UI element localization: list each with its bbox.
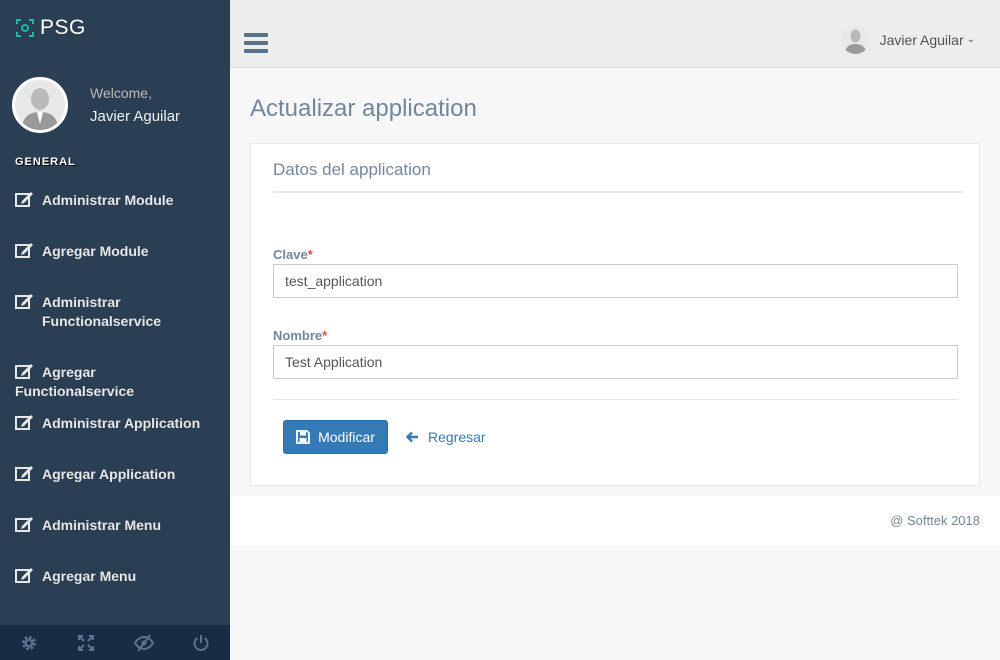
save-icon xyxy=(296,430,310,444)
footer-copyright: @ Softtek 2018 xyxy=(890,513,980,528)
fullscreen-button[interactable] xyxy=(58,625,116,660)
sidebar-item-label: Administrar Menu xyxy=(42,517,162,533)
edit-icon xyxy=(15,466,33,481)
regresar-link[interactable]: Regresar xyxy=(406,429,486,445)
sidebar-item-label: Agregar Application xyxy=(42,466,176,482)
panel-title: Datos del application xyxy=(273,160,431,179)
sidebar-item-administrar-menu[interactable]: Administrar Menu xyxy=(0,510,230,561)
sidebar-nav: Administrar Module Agregar Module Admini… xyxy=(0,185,230,612)
menu-toggle-button[interactable] xyxy=(244,33,268,53)
user-menu[interactable]: Javier Aguilar ⌄ xyxy=(840,25,975,54)
sidebar-item-agregar-module[interactable]: Agregar Module xyxy=(0,236,230,287)
arrow-left-icon xyxy=(406,431,418,443)
edit-icon xyxy=(15,517,33,532)
sidebar-item-label: Agregar Menu xyxy=(42,568,137,584)
footer: @ Softtek 2018 xyxy=(230,496,1000,545)
sidebar-item-label: Administrar Application xyxy=(42,415,201,431)
avatar xyxy=(12,77,68,133)
edit-icon xyxy=(15,294,33,309)
edit-icon xyxy=(15,192,33,207)
modificar-label: Modificar xyxy=(318,429,375,445)
modificar-button[interactable]: Modificar xyxy=(283,420,388,454)
clave-input[interactable] xyxy=(273,264,958,298)
nombre-input[interactable] xyxy=(273,345,958,379)
gear-icon xyxy=(21,635,36,650)
sidebar: PSG Welcome, Javier Aguilar GENERAL Admi… xyxy=(0,0,230,660)
sidebar-footer xyxy=(0,625,230,660)
edit-icon xyxy=(15,415,33,430)
clave-label-text: Clave xyxy=(273,247,308,262)
edit-icon xyxy=(15,243,33,258)
sidebar-item-agregar-application[interactable]: Agregar Application xyxy=(0,459,230,510)
profile-name: Javier Aguilar xyxy=(90,108,181,125)
lock-view-button[interactable] xyxy=(115,625,173,660)
divider xyxy=(273,399,958,400)
user-name: Javier Aguilar xyxy=(879,31,964,48)
hamburger-icon-bar xyxy=(244,41,268,45)
chevron-down-icon: ⌄ xyxy=(966,34,975,45)
nombre-label-text: Nombre xyxy=(273,328,323,343)
divider xyxy=(273,191,963,193)
sidebar-item-agregar-menu[interactable]: Agregar Menu xyxy=(0,561,230,612)
power-icon xyxy=(193,634,209,651)
brand-name: PSG xyxy=(40,16,86,39)
fullscreen-icon xyxy=(78,634,95,651)
logo-icon xyxy=(16,19,34,37)
nombre-label: Nombre* xyxy=(273,328,327,343)
settings-button[interactable] xyxy=(0,625,58,660)
logout-button[interactable] xyxy=(173,625,231,660)
regresar-label: Regresar xyxy=(428,429,486,445)
welcome-text: Welcome, xyxy=(90,85,152,101)
sidebar-item-administrar-functionalservice[interactable]: Administrar Functionalservice xyxy=(0,287,230,357)
avatar xyxy=(840,25,870,54)
top-nav: Javier Aguilar ⌄ xyxy=(230,0,1000,68)
brand-logo[interactable]: PSG xyxy=(14,16,86,40)
edit-icon xyxy=(15,364,33,379)
clave-label: Clave* xyxy=(273,247,313,262)
hamburger-icon-bar xyxy=(244,49,268,53)
sidebar-item-administrar-module[interactable]: Administrar Module xyxy=(0,185,230,236)
page-title: Actualizar application xyxy=(250,95,477,122)
sidebar-item-administrar-application[interactable]: Administrar Application xyxy=(0,408,230,459)
profile: Welcome, Javier Aguilar xyxy=(12,77,180,133)
required-mark: * xyxy=(307,247,313,262)
hamburger-icon-bar xyxy=(244,33,268,37)
eye-slash-icon xyxy=(133,633,154,652)
section-title-general: GENERAL xyxy=(15,156,76,168)
sidebar-item-agregar-functionalservice[interactable]: Agregar Functionalservice xyxy=(0,357,230,408)
user-avatar-icon xyxy=(15,80,65,130)
required-mark: * xyxy=(322,328,328,343)
form-panel: Datos del application Clave* Nombre* Mod… xyxy=(250,143,980,486)
sidebar-item-label: Agregar Module xyxy=(42,243,149,259)
sidebar-item-label: Administrar Module xyxy=(42,192,174,208)
edit-icon xyxy=(15,568,33,583)
sidebar-item-label: Administrar Functionalservice xyxy=(42,294,162,329)
user-avatar-icon xyxy=(840,25,870,54)
